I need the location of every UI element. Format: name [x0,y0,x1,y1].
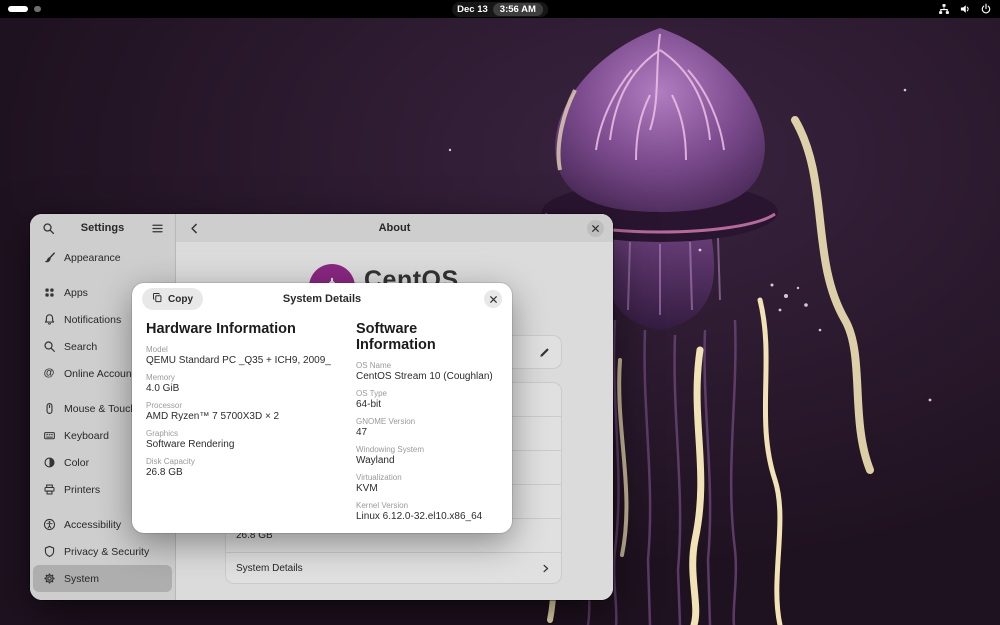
window-close-button[interactable] [587,220,604,237]
gear-icon [42,572,56,585]
time-label: 3:56 AM [493,3,543,16]
sw-os-name: OS Name CentOS Stream 10 (Coughlan) [356,361,498,382]
copy-button-label: Copy [168,294,193,305]
hardware-heading: Hardware Information [146,321,338,337]
sidebar-item-label: Keyboard [64,430,109,442]
at-icon: @ [42,368,56,379]
active-workspace-indicator[interactable] [8,6,28,12]
sidebar-item-label: Accessibility [64,519,121,531]
edit-pencil-icon[interactable] [538,346,551,359]
settings-window: Settings Appearance Apps Notifications [30,214,613,600]
hw-graphics: Graphics Software Rendering [146,429,338,450]
sidebar-item-label: Privacy & Security [64,546,149,558]
sw-windowing-system: Windowing System Wayland [356,445,498,466]
keyboard-icon [42,429,56,442]
system-details-label: System Details [236,563,303,574]
window-title: Settings [81,222,124,234]
hw-processor: Processor AMD Ryzen™ 7 5700X3D × 2 [146,401,338,422]
network-icon [938,3,950,15]
system-details-dialog: Copy System Details Hardware Information… [132,283,512,533]
hw-memory: Memory 4.0 GiB [146,373,338,394]
system-status-area[interactable] [938,3,992,15]
sidebar-item-system[interactable]: System [33,565,172,592]
clock-button[interactable]: Dec 13 3:56 AM [452,2,548,17]
page-title: About [176,222,613,234]
software-column: Software Information OS Name CentOS Stre… [356,317,498,529]
sidebar-item-label: Notifications [64,314,121,326]
hw-disk: Disk Capacity 26.8 GB [146,457,338,478]
mouse-icon [42,402,56,415]
copy-button[interactable]: Copy [142,288,203,310]
hardware-column: Hardware Information Model QEMU Standard… [146,317,338,529]
sw-os-type: OS Type 64-bit [356,389,498,410]
sidebar-headerbar: Settings [30,214,175,242]
sidebar-item-label: Printers [64,484,100,496]
sidebar-item-label: Color [64,457,89,469]
accessibility-icon [42,518,56,531]
color-profile-icon [42,456,56,469]
power-icon [980,3,992,15]
content-headerbar: About [176,214,613,242]
chevron-right-icon [540,563,551,574]
bell-icon [42,313,56,326]
sidebar-item-label: Search [64,341,97,353]
dialog-headerbar: Copy System Details [132,283,512,315]
apps-grid-icon [42,286,56,299]
sidebar-item-appearance[interactable]: Appearance [33,244,172,271]
appearance-icon [42,251,56,264]
system-details-row[interactable]: System Details [226,553,561,583]
sidebar-item-privacy-security[interactable]: Privacy & Security [33,538,172,565]
sidebar-item-label: Apps [64,287,88,299]
dialog-close-button[interactable] [484,290,502,308]
top-bar: Dec 13 3:56 AM [0,0,1000,18]
sidebar-item-label: Online Accounts [64,368,140,380]
sw-kernel-version: Kernel Version Linux 6.12.0-32.el10.x86_… [356,501,498,522]
hw-model: Model QEMU Standard PC _Q35 + ICH9, 2009… [146,345,338,366]
volume-icon [959,3,971,15]
sidebar-item-label: Appearance [64,252,121,264]
desktop: Dec 13 3:56 AM Settings [0,0,1000,625]
copy-icon [152,292,163,306]
shield-icon [42,545,56,558]
sw-virtualization: Virtualization KVM [356,473,498,494]
workspace-switcher[interactable] [8,6,41,12]
dialog-body: Hardware Information Model QEMU Standard… [132,315,512,529]
sidebar-item-label: System [64,573,99,585]
inactive-workspace-indicator[interactable] [34,6,41,12]
search-button[interactable] [39,219,57,237]
main-menu-button[interactable] [148,219,166,237]
software-heading: Software Information [356,321,498,353]
printer-icon [42,483,56,496]
magnifier-icon [42,340,56,353]
sw-gnome-version: GNOME Version 47 [356,417,498,438]
date-label: Dec 13 [457,4,488,15]
